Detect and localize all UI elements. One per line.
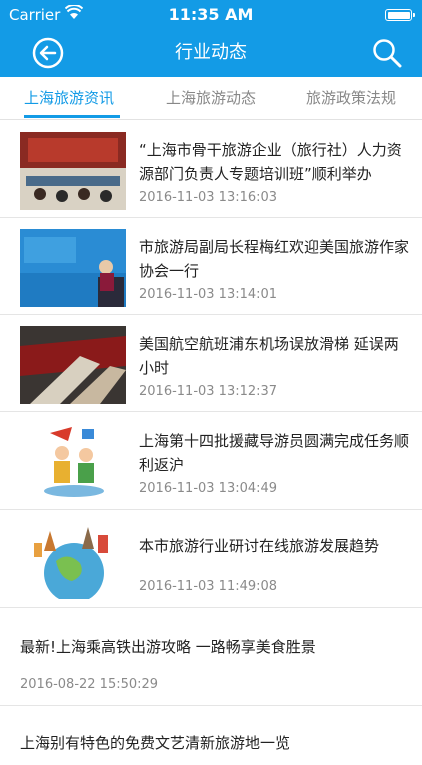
article-title: 上海第十四批援藏导游员圆满完成任务顺利返沪 <box>139 432 410 474</box>
article-thumbnail <box>20 423 126 501</box>
list-item[interactable]: 市旅游局副局长程梅红欢迎美国旅游作家协会一行 2016-11-03 13:14:… <box>0 217 422 315</box>
list-item[interactable]: 最新!上海乘高铁出游攻略 一路畅享美食胜景 2016-08-22 15:50:2… <box>0 607 422 706</box>
list-item[interactable]: “上海市骨干旅游企业（旅行社）人力资源部门负责人专题培训班”顺利举办 2016-… <box>0 120 422 218</box>
search-icon[interactable] <box>372 38 402 68</box>
article-time: 2016-11-03 13:04:49 <box>139 481 278 496</box>
article-time: 2016-11-03 11:49:08 <box>139 579 278 594</box>
article-title: 美国航空航班浦东机场误放滑梯 延误两小时 <box>139 335 399 377</box>
tab-travel-policy[interactable]: 旅游政策法规 <box>306 87 396 108</box>
article-title: 市旅游局副局长程梅红欢迎美国旅游作家协会一行 <box>139 238 410 280</box>
article-time: 2016-11-03 13:14:01 <box>139 287 278 302</box>
article-thumbnail <box>20 229 126 307</box>
list-item[interactable]: 本市旅游行业研讨在线旅游发展趋势 2016-11-03 11:49:08 <box>0 509 422 608</box>
article-time: 2016-08-22 15:50:29 <box>20 677 159 692</box>
article-thumbnail <box>20 132 126 210</box>
article-title: 本市旅游行业研讨在线旅游发展趋势 <box>139 537 380 555</box>
article-time: 2016-11-03 13:12:37 <box>139 384 278 399</box>
tab-shanghai-travel-updates[interactable]: 上海旅游动态 <box>166 87 256 108</box>
list-item[interactable]: 上海别有特色的免费文艺清新旅游地一览 <box>0 705 422 765</box>
article-thumbnail <box>20 521 126 599</box>
article-thumbnail <box>20 326 126 404</box>
article-title: “上海市骨干旅游企业（旅行社）人力资源部门负责人专题培训班”顺利举办 <box>139 141 402 183</box>
tab-bar: 上海旅游资讯 上海旅游动态 旅游政策法规 <box>0 77 422 120</box>
list-item[interactable]: 美国航空航班浦东机场误放滑梯 延误两小时 2016-11-03 13:12:37 <box>0 314 422 412</box>
status-bar: Carrier 11:35 AM <box>0 0 422 30</box>
active-tab-indicator <box>24 115 120 118</box>
page-title: 行业动态 <box>175 42 247 63</box>
battery-icon <box>385 9 415 21</box>
header: Carrier 11:35 AM 行业动态 <box>0 0 422 77</box>
tab-shanghai-travel-news[interactable]: 上海旅游资讯 <box>24 87 114 108</box>
list-item[interactable]: 上海第十四批援藏导游员圆满完成任务顺利返沪 2016-11-03 13:04:4… <box>0 411 422 510</box>
article-time: 2016-11-03 13:16:03 <box>139 190 278 205</box>
status-time: 11:35 AM <box>168 5 254 24</box>
article-title: 最新!上海乘高铁出游攻略 一路畅享美食胜景 <box>20 638 316 656</box>
